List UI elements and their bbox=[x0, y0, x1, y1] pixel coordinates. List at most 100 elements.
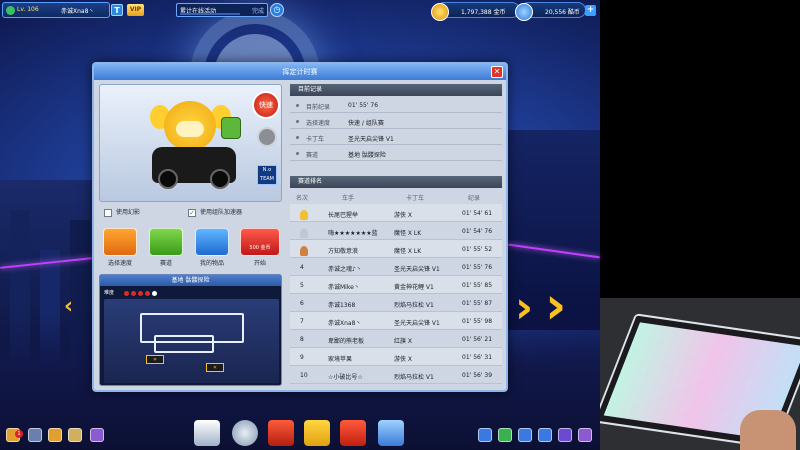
time-cell: 01' 55' 98 bbox=[462, 318, 493, 325]
help-icon[interactable] bbox=[90, 428, 104, 442]
start-button[interactable]: 500 金币 开始 bbox=[239, 228, 281, 267]
bag-icon[interactable] bbox=[48, 428, 62, 442]
record-heading: 目前记录 bbox=[290, 84, 502, 96]
webcam-overlay bbox=[600, 298, 800, 450]
ranking-heading: 赛道排名 bbox=[290, 176, 502, 188]
record-key: 目前纪录 bbox=[306, 104, 331, 111]
ranking-row: 方知敬意浪 魔怪 X LK 01' 55' 52 bbox=[290, 240, 502, 258]
garage-icon[interactable] bbox=[268, 420, 294, 446]
list-icon[interactable] bbox=[538, 428, 552, 442]
player-status-icon bbox=[6, 6, 15, 15]
track-label: 赛道 bbox=[159, 260, 172, 267]
record-key: 卡丁车 bbox=[306, 136, 325, 143]
record-value: 圣光天启尖锋 V1 bbox=[348, 136, 394, 143]
record-row: 赛道 基地 骷髅探险 bbox=[290, 146, 502, 161]
chevron-left-icon: « bbox=[206, 363, 224, 372]
phantom-checkbox[interactable]: 使用幻影 bbox=[104, 207, 140, 217]
team-badge[interactable]: N.o TEAM bbox=[257, 165, 277, 185]
team-badge-bottom: TEAM bbox=[260, 176, 274, 182]
team-t-button[interactable]: T bbox=[111, 4, 123, 16]
home-icon[interactable] bbox=[28, 428, 42, 442]
my-items-button[interactable]: 我的物品 bbox=[193, 228, 231, 267]
coin-balance: 1,797,388 金币 bbox=[431, 2, 520, 21]
left-panel: 快速 N.o TEAM 使用幻影 ✓ 使用组队加速器 选择速度 赛道 我的物品 … bbox=[99, 84, 282, 386]
track-preview[interactable]: 基地 骷髅探险 难度 » « bbox=[99, 274, 282, 386]
kart-cell: 游侠 X bbox=[394, 356, 413, 363]
start-label: 开始 bbox=[253, 260, 266, 267]
stream-overlay-blank bbox=[600, 0, 800, 298]
ranking-row: 嗨★★★★★★★蓝 魔怪 X LK 01' 54' 76 bbox=[290, 222, 502, 240]
mail-icon[interactable]: 1 bbox=[6, 428, 23, 442]
vip-badge[interactable]: VIP bbox=[127, 4, 144, 16]
recharge-plus-button[interactable]: + bbox=[585, 5, 596, 16]
gear-icon[interactable] bbox=[578, 428, 592, 442]
online-event-progress[interactable]: 累计在线活动 完成 bbox=[176, 3, 268, 17]
speedometer-nav-icon[interactable] bbox=[232, 420, 258, 446]
ranking-row: 4 赤诚之魂♪丶 圣光天启尖锋 V1 01' 55' 76 bbox=[290, 258, 502, 276]
kart-cell: 红旗 X bbox=[394, 338, 413, 345]
pet-icon bbox=[221, 117, 241, 139]
ranking-columns: 名次 车手 卡丁车 纪录 bbox=[290, 191, 502, 203]
timed-race-dialog: 挥定计时赛 ✕ 快速 N.o TEAM 使用幻影 ✓ 使用组队加速器 选择速度 … bbox=[92, 62, 508, 392]
record-row: 选择速度 快速 / 组队赛 bbox=[290, 114, 502, 129]
clock-icon[interactable]: ◷ bbox=[270, 3, 284, 17]
item-slot-icon[interactable] bbox=[257, 127, 277, 147]
alert-icon[interactable] bbox=[498, 428, 512, 442]
search-icon[interactable] bbox=[558, 428, 572, 442]
time-cell: 01' 55' 85 bbox=[462, 282, 493, 289]
time-cell: 01' 54' 76 bbox=[462, 228, 493, 235]
kart-cell: 魔怪 X LK bbox=[394, 248, 422, 255]
close-button[interactable]: ✕ bbox=[491, 66, 503, 78]
col-time: 纪录 bbox=[468, 195, 481, 202]
toolbox-icon[interactable] bbox=[340, 420, 366, 446]
note-icon[interactable] bbox=[68, 428, 82, 442]
driver-cell: 长尾巴猩举 bbox=[328, 212, 359, 219]
track-icon bbox=[149, 228, 183, 256]
ranking-row: 7 赤诚Xna8丶 圣光天启尖锋 V1 01' 55' 98 bbox=[290, 312, 502, 330]
medal-icon bbox=[300, 210, 308, 220]
track-name: 基地 骷髅探险 bbox=[100, 275, 281, 286]
time-cell: 01' 56' 21 bbox=[462, 336, 493, 343]
fast-mode-button[interactable]: 快速 bbox=[252, 91, 280, 119]
building-icon[interactable] bbox=[378, 420, 404, 446]
driver-cell: 赤诚Mike丶 bbox=[328, 284, 360, 291]
driver-cell: 赤诚1368 bbox=[328, 302, 356, 309]
track-button[interactable]: 赛道 bbox=[147, 228, 185, 267]
flag-icon[interactable] bbox=[194, 420, 220, 446]
difficulty-rating bbox=[124, 290, 159, 298]
record-row: 卡丁车 圣光天启尖锋 V1 bbox=[290, 130, 502, 145]
player-info[interactable]: Lv. 106 赤诚Xna8丶 bbox=[2, 2, 110, 18]
kart-model bbox=[152, 147, 236, 189]
driver-cell: ☆小破比号☆ bbox=[328, 374, 363, 381]
player-level: Lv. 106 bbox=[17, 6, 39, 13]
start-cost-text: 500 金币 bbox=[249, 245, 271, 251]
my-items-label: 我的物品 bbox=[199, 260, 224, 267]
bullet-icon bbox=[296, 136, 299, 139]
select-speed-button[interactable]: 选择速度 bbox=[101, 228, 139, 267]
difficulty-dot bbox=[131, 291, 136, 296]
kart-cell: 烈焰马拉松 V1 bbox=[394, 302, 434, 309]
rank-cell: 9 bbox=[300, 354, 304, 361]
rank-cell: 6 bbox=[300, 300, 304, 307]
record-row: 目前纪录 01' 55' 76 bbox=[290, 98, 502, 113]
kcoin-icon bbox=[515, 3, 533, 21]
ranking-row: 6 赤诚1368 烈焰马拉松 V1 01' 55' 87 bbox=[290, 294, 502, 312]
bullet-icon bbox=[296, 152, 299, 155]
col-kart: 卡丁车 bbox=[406, 195, 425, 202]
gold-coin-icon bbox=[431, 3, 449, 21]
chevron-icon: ‹ bbox=[64, 294, 74, 319]
kart-cell: 烈焰马拉松 V1 bbox=[394, 374, 434, 381]
shop-icon[interactable] bbox=[304, 420, 330, 446]
difficulty-label: 难度 bbox=[104, 290, 115, 296]
rank-cell: 5 bbox=[300, 282, 304, 289]
bullet-icon bbox=[296, 120, 299, 123]
ranking-list: 长尾巴猩举 游侠 X 01' 54' 61 嗨★★★★★★★蓝 魔怪 X LK 01' 5… bbox=[290, 204, 502, 384]
clock-icon[interactable] bbox=[478, 428, 492, 442]
time-cell: 01' 56' 39 bbox=[462, 372, 493, 379]
chat-icon[interactable] bbox=[518, 428, 532, 442]
difficulty-dot bbox=[124, 291, 129, 296]
ranking-row: 10 ☆小破比号☆ 烈焰马拉松 V1 01' 56' 39 bbox=[290, 366, 502, 384]
record-value: 快速 / 组队赛 bbox=[348, 120, 384, 127]
team-boost-checkbox[interactable]: ✓ 使用组队加速器 bbox=[188, 207, 242, 217]
ranking-row: 5 赤诚Mike丶 黄金神花鲤 V1 01' 55' 85 bbox=[290, 276, 502, 294]
